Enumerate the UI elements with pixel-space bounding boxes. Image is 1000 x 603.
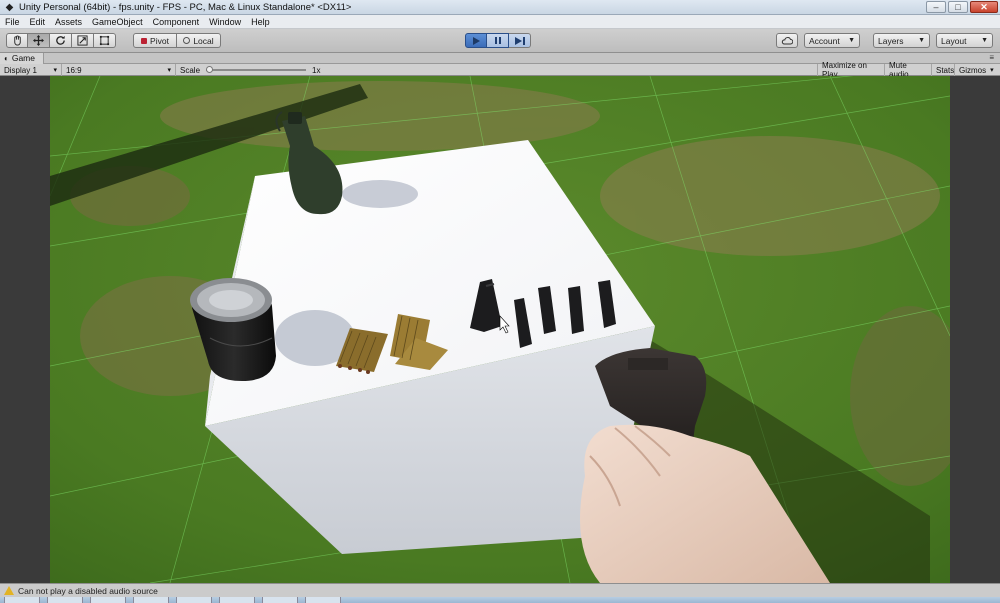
display-dropdown[interactable]: Display 1 ▾: [0, 64, 62, 76]
step-button[interactable]: [509, 33, 531, 48]
tab-menu-icon[interactable]: ≡: [989, 53, 994, 62]
hand-tool-button[interactable]: [6, 33, 28, 48]
taskbar-item[interactable]: [305, 597, 341, 603]
local-label: Local: [193, 35, 214, 46]
chevron-down-icon: ▾: [990, 67, 994, 74]
cloud-icon: [781, 36, 793, 44]
maximize-on-play-toggle[interactable]: Maximize on Play: [817, 61, 885, 79]
pivot-toggle[interactable]: Pivot: [133, 33, 177, 48]
chevron-down-icon: ▼: [981, 37, 988, 44]
chevron-down-icon: ▼: [848, 37, 855, 44]
transform-tools: [6, 33, 116, 48]
gizmos-label: Gizmos: [959, 65, 987, 75]
cloud-button[interactable]: [776, 33, 798, 48]
aspect-dropdown[interactable]: 16:9 ▾: [62, 64, 176, 76]
warning-icon: [4, 586, 14, 595]
pivot-label: Pivot: [150, 35, 169, 46]
game-scene-render[interactable]: [50, 76, 950, 583]
stats-label: Stats: [936, 65, 955, 75]
menu-help[interactable]: Help: [246, 17, 275, 27]
layers-label: Layers: [878, 35, 904, 46]
rect-tool-button[interactable]: [94, 33, 116, 48]
aspect-label: 16:9: [66, 65, 82, 75]
taskbar-item[interactable]: [4, 597, 40, 603]
scale-tool-button[interactable]: [72, 33, 94, 48]
layout-group: Layout ▼: [936, 33, 993, 48]
mute-audio-toggle[interactable]: Mute audio: [885, 61, 932, 79]
pause-button[interactable]: [487, 33, 509, 48]
status-message: Can not play a disabled audio source: [18, 585, 158, 596]
rotate-tool-button[interactable]: [50, 33, 72, 48]
console-status-bar[interactable]: Can not play a disabled audio source: [0, 583, 1000, 597]
layout-dropdown[interactable]: Layout ▼: [936, 33, 993, 48]
tab-game[interactable]: ◐ Game: [0, 52, 44, 64]
scale-icon: [77, 35, 88, 46]
taskbar-item[interactable]: [219, 597, 255, 603]
scale-value: 1x: [312, 65, 321, 75]
game-controller-icon: ◐: [4, 53, 9, 63]
os-taskbar: [0, 597, 1000, 603]
move-arrows-icon: [33, 35, 44, 46]
menu-bar: File Edit Assets GameObject Component Wi…: [0, 15, 1000, 29]
step-icon: [514, 36, 525, 45]
layout-label: Layout: [941, 35, 967, 46]
pivot-controls: Pivot Local: [133, 33, 221, 48]
cloud-group: [776, 33, 798, 48]
display-label: Display 1: [4, 65, 37, 75]
account-group: Account ▼: [804, 33, 860, 48]
tab-game-label: Game: [11, 53, 35, 63]
menu-edit[interactable]: Edit: [25, 17, 51, 27]
scale-control: Scale 1x: [176, 64, 326, 76]
rect-transform-icon: [99, 35, 110, 46]
taskbar-item[interactable]: [90, 597, 126, 603]
scale-slider-thumb[interactable]: [206, 66, 214, 73]
window-title: Unity Personal (64bit) - fps.unity - FPS…: [19, 1, 352, 13]
game-view-controls: Display 1 ▾ 16:9 ▾ Scale 1x Maximize on …: [0, 61, 1000, 79]
window-controls: – □ ✕: [926, 1, 998, 13]
layers-group: Layers ▼: [873, 33, 930, 48]
playback-controls: [465, 33, 531, 48]
pause-icon: [494, 37, 501, 44]
scale-label: Scale: [180, 65, 201, 75]
play-button[interactable]: [465, 33, 487, 48]
gizmos-dropdown[interactable]: Gizmos ▾: [955, 64, 1000, 76]
account-dropdown[interactable]: Account ▼: [804, 33, 860, 48]
maximize-button[interactable]: □: [948, 1, 968, 13]
window-titlebar: ◆ Unity Personal (64bit) - fps.unity - F…: [0, 0, 1000, 15]
chevron-down-icon: ▼: [918, 37, 925, 44]
menu-window[interactable]: Window: [204, 17, 246, 27]
menu-component[interactable]: Component: [148, 17, 205, 27]
rotate-icon: [56, 35, 65, 45]
local-icon: [183, 37, 191, 44]
layers-dropdown[interactable]: Layers ▼: [873, 33, 930, 48]
pivot-icon: [141, 37, 148, 44]
move-tool-button[interactable]: [28, 33, 50, 48]
taskbar-item[interactable]: [262, 597, 298, 603]
chevron-down-icon: ▾: [53, 67, 57, 74]
menu-gameobject[interactable]: GameObject: [87, 17, 148, 27]
game-viewport[interactable]: [0, 76, 1000, 583]
canteen-shadow: [342, 180, 418, 208]
unity-logo-icon: ◆: [5, 1, 14, 13]
minimize-button[interactable]: –: [926, 1, 946, 13]
chevron-down-icon: ▾: [167, 67, 171, 74]
stats-toggle[interactable]: Stats: [932, 64, 955, 76]
menu-assets[interactable]: Assets: [50, 17, 87, 27]
play-icon: [472, 36, 480, 45]
account-label: Account: [809, 35, 840, 46]
menu-file[interactable]: File: [0, 17, 25, 27]
taskbar-item[interactable]: [47, 597, 83, 603]
taskbar-item[interactable]: [133, 597, 169, 603]
scale-slider[interactable]: [206, 66, 307, 73]
main-toolbar: Pivot Local Account ▼ Layers ▼ Layout ▼: [0, 29, 1000, 53]
local-toggle[interactable]: Local: [177, 33, 221, 48]
taskbar-item[interactable]: [176, 597, 212, 603]
hand-icon: [13, 35, 21, 46]
close-button[interactable]: ✕: [970, 1, 998, 13]
